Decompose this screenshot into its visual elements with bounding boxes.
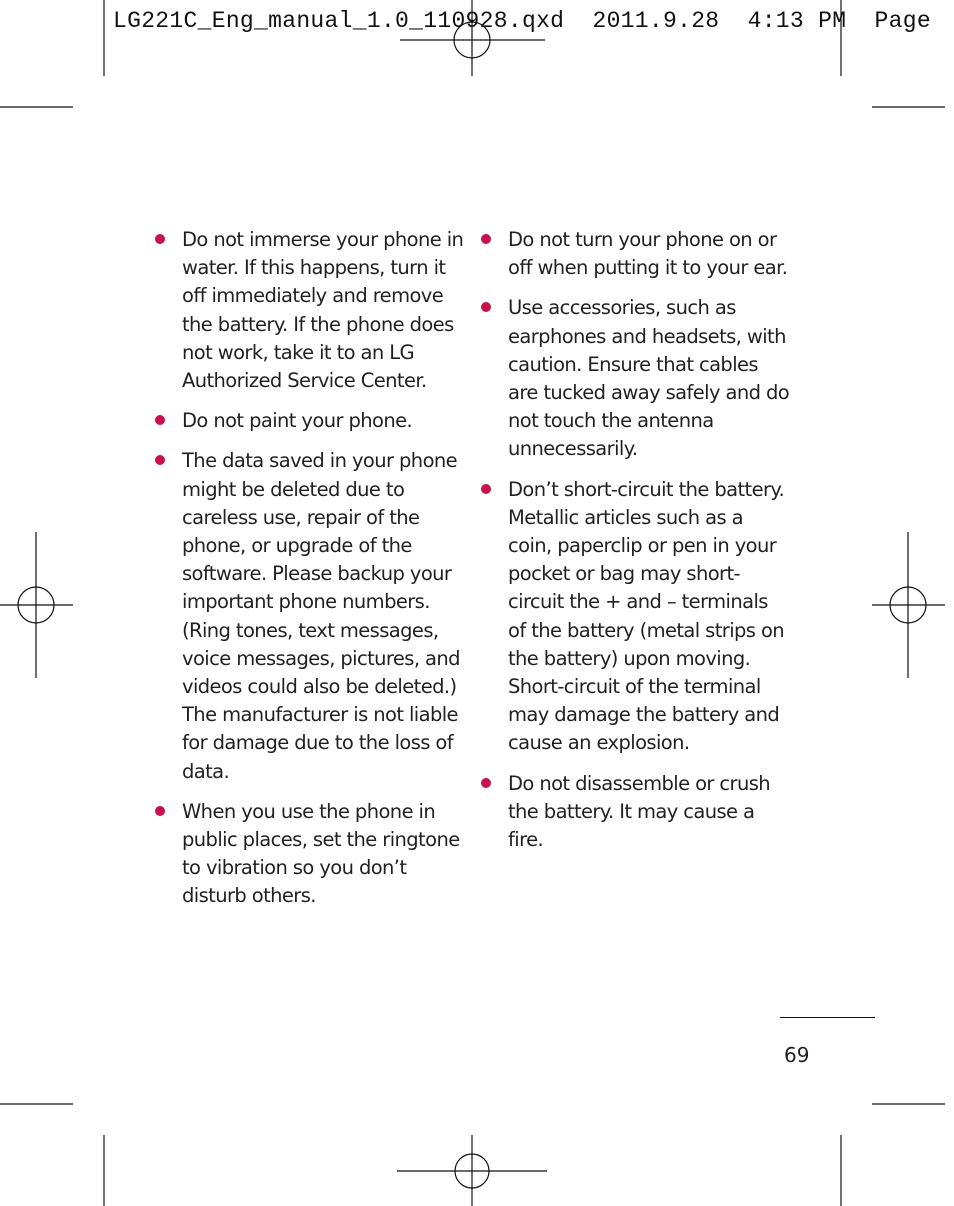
- list-item-text: Do not paint your phone.: [182, 409, 413, 433]
- list-item: Don’t short-circuit the battery. Metalli…: [481, 476, 791, 758]
- registration-mark-right: [872, 532, 945, 678]
- registration-mark-left: [0, 532, 73, 678]
- list-item-text: The data saved in your phone might be de…: [182, 449, 461, 783]
- list-item-text: Do not immerse your phone in water. If t…: [182, 228, 464, 393]
- printer-crop-marks: [0, 0, 945, 1206]
- list-item-text: Don’t short-circuit the battery. Metalli…: [508, 477, 785, 755]
- list-item: Use accessories, such as earphones and h…: [481, 294, 791, 463]
- list-item: Do not disassemble or crush the battery.…: [481, 770, 791, 855]
- list-item-text: When you use the phone in public places,…: [182, 799, 460, 908]
- bullet-dot-icon: [481, 777, 491, 788]
- list-item: Do not turn your phone on or off when pu…: [481, 226, 791, 282]
- bullet-dot-icon: [481, 483, 491, 494]
- bullet-dot-icon: [481, 302, 491, 313]
- bullet-dot-icon: [155, 455, 165, 466]
- registration-mark-bottom: [397, 1135, 547, 1206]
- page-number-rule: [780, 1017, 875, 1018]
- list-item-text: Do not turn your phone on or off when pu…: [508, 228, 788, 280]
- list-item-text: Use accessories, such as earphones and h…: [508, 296, 790, 461]
- print-slug-line: LG221C_Eng_manual_1.0_110928.qxd 2011.9.…: [113, 8, 931, 34]
- list-item-text: Do not disassemble or crush the battery.…: [508, 771, 771, 852]
- bullet-dot-icon: [155, 234, 165, 244]
- list-item: Do not immerse your phone in water. If t…: [155, 226, 465, 395]
- list-item: The data saved in your phone might be de…: [155, 447, 465, 785]
- page-number: 69: [784, 1043, 810, 1067]
- bullet-dot-icon: [155, 805, 165, 816]
- list-item: When you use the phone in public places,…: [155, 798, 465, 911]
- right-column: Do not turn your phone on or off when pu…: [481, 226, 791, 866]
- bullet-dot-icon: [155, 415, 165, 426]
- bullet-dot-icon: [481, 234, 491, 244]
- left-column: Do not immerse your phone in water. If t…: [155, 226, 465, 923]
- list-item: Do not paint your phone.: [155, 407, 465, 435]
